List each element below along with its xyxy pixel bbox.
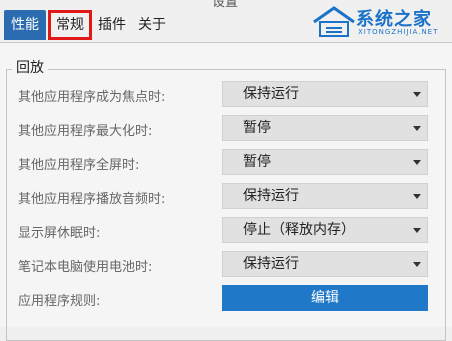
select-value: 保持运行 — [243, 86, 299, 102]
chevron-down-icon — [413, 194, 421, 199]
select-fullscreen[interactable]: 暂停 — [222, 149, 428, 175]
select-value: 暂停 — [243, 154, 271, 170]
chevron-down-icon — [413, 228, 421, 233]
watermark-url: XITONGZHIJIA.NET — [358, 28, 439, 36]
row-label-battery: 笔记本电脑使用电池时: — [18, 260, 153, 275]
row-label-sleep: 显示屏休眠时: — [18, 226, 101, 241]
edit-rules-button[interactable]: 编辑 — [222, 285, 428, 311]
tab-plugins[interactable]: 插件 — [94, 10, 130, 40]
row-label-maximize: 其他应用程序最大化时: — [18, 124, 153, 139]
watermark-logo: 系统之家 XITONGZHIJIA.NET — [302, 2, 452, 42]
tab-performance[interactable]: 性能 — [4, 10, 46, 40]
settings-panel: 回放 其他应用程序成为焦点时: 保持运行 其他应用程序最大化时: 暂停 其他应用… — [0, 42, 452, 341]
tab-general[interactable]: 常规 — [48, 10, 92, 40]
chevron-down-icon — [413, 92, 421, 97]
row-label-focus: 其他应用程序成为焦点时: — [18, 90, 166, 105]
select-value: 停止（释放内存） — [243, 222, 355, 238]
select-sleep[interactable]: 停止（释放内存） — [222, 217, 428, 243]
select-value: 保持运行 — [243, 256, 299, 272]
select-value: 保持运行 — [243, 188, 299, 204]
select-value: 暂停 — [243, 120, 271, 136]
group-title: 回放 — [12, 57, 48, 77]
row-label-rules: 应用程序规则: — [18, 294, 101, 309]
tab-about[interactable]: 关于 — [134, 10, 170, 40]
window-title: 设置 — [212, 0, 239, 10]
chevron-down-icon — [413, 262, 421, 267]
chevron-down-icon — [413, 126, 421, 131]
row-label-audio: 其他应用程序播放音频时: — [18, 192, 166, 207]
select-focus[interactable]: 保持运行 — [222, 81, 428, 107]
select-maximize[interactable]: 暂停 — [222, 115, 428, 141]
chevron-down-icon — [413, 160, 421, 165]
house-logo-icon — [313, 6, 355, 37]
row-label-fullscreen: 其他应用程序全屏时: — [18, 158, 140, 173]
select-audio[interactable]: 保持运行 — [222, 183, 428, 209]
select-battery[interactable]: 保持运行 — [222, 251, 428, 277]
